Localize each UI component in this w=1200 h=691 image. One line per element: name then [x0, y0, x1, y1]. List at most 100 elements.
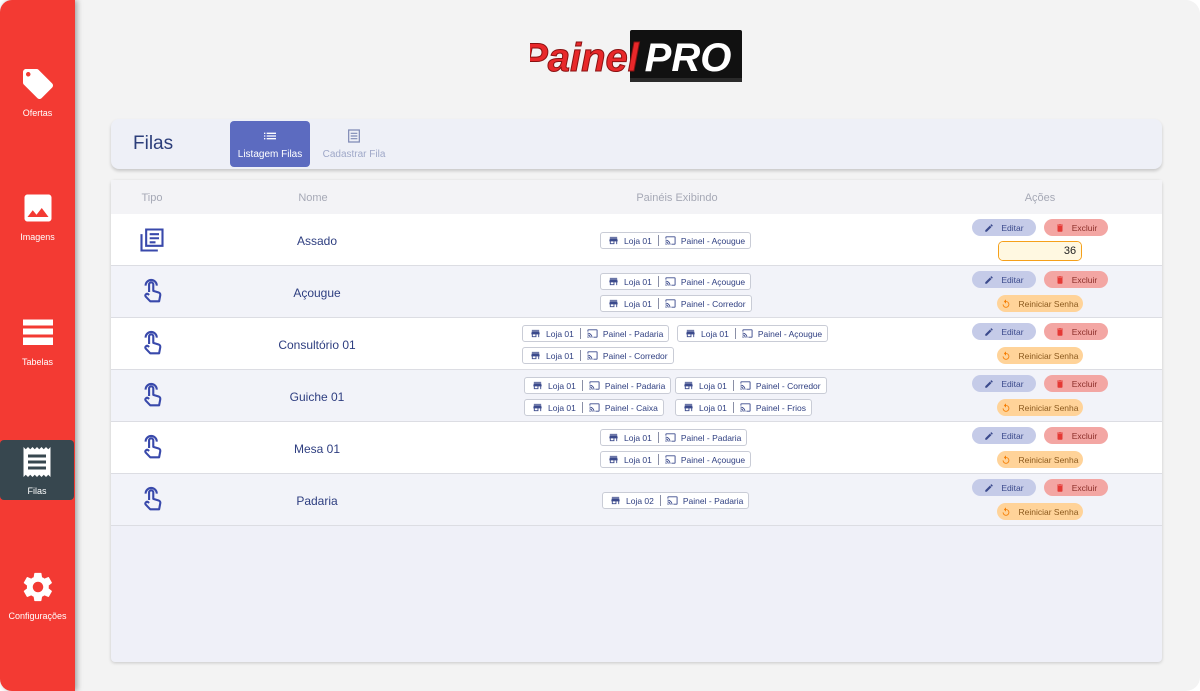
store-icon — [609, 277, 618, 286]
table-icon — [22, 319, 53, 345]
button-label: Reiniciar Senha — [1018, 350, 1079, 361]
panel-chip: Loja 01 Painel - Padaria — [600, 429, 748, 446]
chip-divider — [657, 276, 659, 287]
store-icon — [531, 351, 540, 360]
button-label: Excluir — [1071, 430, 1098, 441]
sidebar-item-configuracoes[interactable]: Configurações — [0, 565, 75, 625]
table-row: Mesa 01 Loja 01 Painel - Padaria Loja 01 Pai… — [111, 422, 1162, 474]
store-icon — [684, 381, 693, 390]
delete-button[interactable]: Excluir — [1044, 375, 1108, 392]
panel-name: Painel - Corredor — [602, 350, 668, 361]
cast-icon — [740, 381, 751, 390]
chip-divider — [581, 402, 583, 413]
cast-icon — [667, 496, 678, 505]
panel-chip: Loja 01 Painel - Padaria — [522, 325, 670, 342]
receipt-icon — [23, 447, 51, 477]
trash-icon — [1056, 223, 1063, 232]
store-name: Loja 01 — [624, 276, 652, 287]
panel-name: Painel - Padaria — [680, 432, 742, 443]
cast-icon — [665, 455, 676, 464]
edit-button[interactable]: Editar — [972, 219, 1036, 236]
cast-icon — [589, 403, 600, 412]
image-icon — [24, 194, 51, 222]
reset-password-button[interactable]: Reiniciar Senha — [997, 503, 1083, 520]
delete-button[interactable]: Excluir — [1044, 479, 1108, 496]
button-label: Editar — [1001, 430, 1024, 441]
button-label: Editar — [1001, 378, 1024, 389]
reset-password-button[interactable]: Reiniciar Senha — [997, 347, 1083, 364]
sidebar-item-ofertas[interactable]: Ofertas — [0, 62, 75, 122]
panel-name: Painel - Corredor — [755, 380, 821, 391]
button-label: Editar — [1001, 222, 1024, 233]
table-row: Guiche 01 Loja 01 Painel - Padaria Loja 01 P… — [111, 370, 1162, 422]
delete-button[interactable]: Excluir — [1044, 323, 1108, 340]
column-header-nome: Nome — [298, 192, 328, 204]
chip-divider — [732, 380, 734, 391]
table-row: Assado Loja 01 Painel - Açougue Editar Exclu… — [111, 214, 1162, 266]
trash-icon — [1056, 483, 1063, 492]
button-label: Reiniciar Senha — [1018, 402, 1079, 413]
edit-button[interactable]: Editar — [972, 427, 1036, 444]
reset-icon — [1003, 506, 1010, 516]
chip-divider — [657, 235, 659, 246]
sidebar-item-tabelas[interactable]: Tabelas — [0, 311, 75, 371]
sidebar-item-label: Filas — [27, 486, 47, 496]
panel-name: Painel - Padaria — [682, 495, 744, 506]
page-title: Filas — [133, 133, 174, 154]
store-name: Loja 01 — [624, 454, 652, 465]
store-name: Loja 01 — [546, 328, 574, 339]
chip-divider — [657, 298, 659, 309]
counter-input-group — [998, 241, 1082, 261]
edit-button[interactable]: Editar — [972, 479, 1036, 496]
button-label: Reiniciar Senha — [1018, 454, 1079, 465]
sidebar: Ofertas Imagens Tabelas Filas Configuraç… — [0, 0, 75, 691]
reset-icon — [1003, 402, 1010, 412]
panel-chip: Loja 01 Painel - Caixa — [524, 399, 664, 416]
store-name: Loja 01 — [701, 328, 729, 339]
edit-button[interactable]: Editar — [972, 271, 1036, 288]
cast-icon — [740, 403, 751, 412]
button-label: Excluir — [1071, 482, 1098, 493]
panel-chip: Loja 02 Painel - Padaria — [602, 492, 750, 509]
panel-chip: Loja 01 Painel - Açougue — [600, 232, 752, 249]
edit-button[interactable]: Editar — [972, 323, 1036, 340]
delete-button[interactable]: Excluir — [1044, 271, 1108, 288]
gear-icon — [23, 572, 52, 602]
reset-password-button[interactable]: Reiniciar Senha — [997, 399, 1083, 416]
pencil-icon — [985, 327, 994, 336]
store-icon — [684, 403, 693, 412]
panel-name: Painel - Padaria — [604, 380, 666, 391]
trash-icon — [1056, 431, 1063, 440]
delete-button[interactable]: Excluir — [1044, 427, 1108, 444]
sidebar-item-label: Ofertas — [22, 108, 53, 118]
sidebar-item-imagens[interactable]: Imagens — [0, 186, 75, 246]
counter-input[interactable] — [999, 242, 1081, 260]
queues-table: Tipo Nome Painéis Exibindo Ações Assado L… — [111, 180, 1162, 662]
panel-name: Painel - Açougue — [680, 454, 746, 465]
form-icon — [348, 129, 360, 143]
chip-divider — [659, 495, 661, 506]
sidebar-item-label: Configurações — [8, 611, 67, 621]
cast-icon — [665, 277, 676, 286]
reset-password-button[interactable]: Reiniciar Senha — [997, 451, 1083, 468]
chip-divider — [579, 328, 581, 339]
store-icon — [533, 403, 542, 412]
store-icon — [686, 329, 695, 338]
store-icon — [611, 496, 620, 505]
edit-button[interactable]: Editar — [972, 375, 1036, 392]
trash-icon — [1056, 327, 1063, 336]
store-name: Loja 01 — [546, 350, 574, 361]
reset-icon — [1003, 298, 1010, 308]
tab-listagem-filas[interactable]: Listagem Filas — [230, 121, 310, 167]
reset-password-button[interactable]: Reiniciar Senha — [997, 295, 1083, 312]
store-icon — [609, 299, 618, 308]
panel-chip: Loja 01 Painel - Frios — [675, 399, 812, 416]
store-name: Loja 01 — [548, 402, 576, 413]
panel-name: Painel - Açougue — [680, 235, 746, 246]
delete-button[interactable]: Excluir — [1044, 219, 1108, 236]
sidebar-item-label: Tabelas — [21, 357, 54, 367]
reset-icon — [1003, 350, 1010, 360]
store-name: Loja 01 — [624, 235, 652, 246]
sidebar-item-filas[interactable]: Filas — [0, 440, 74, 500]
tab-cadastrar-fila[interactable]: Cadastrar Fila — [314, 121, 394, 167]
